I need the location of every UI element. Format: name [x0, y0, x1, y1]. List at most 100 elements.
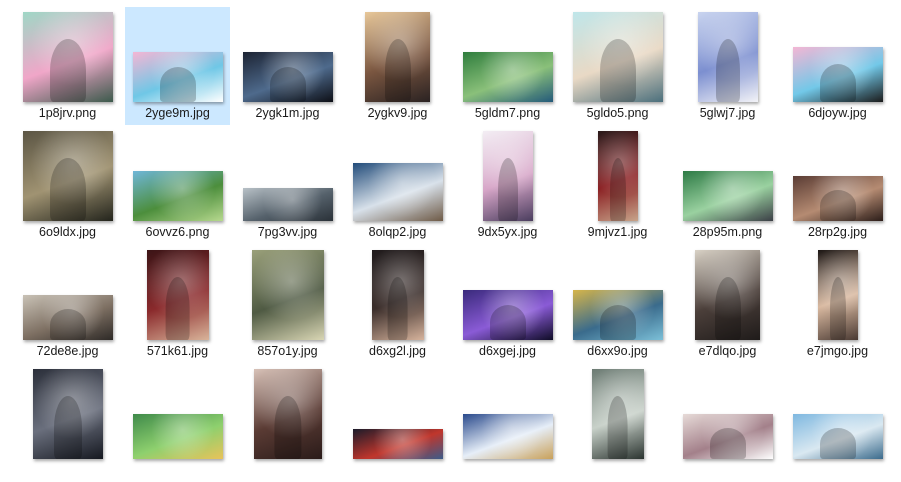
file-name: d6xx9o.jpg: [587, 344, 648, 358]
file-item[interactable]: [345, 364, 450, 482]
file-name: 857o1y.jpg: [257, 344, 318, 358]
file-item[interactable]: d6xg2l.jpg: [345, 245, 450, 363]
file-item[interactable]: 8olqp2.jpg: [345, 126, 450, 244]
image-thumbnail: [462, 52, 553, 102]
thumbnail-figure: [715, 39, 740, 102]
file-item[interactable]: 5gldm7.png: [455, 7, 560, 125]
file-item[interactable]: 5gldo5.png: [565, 7, 670, 125]
file-item[interactable]: 7pg3vv.jpg: [235, 126, 340, 244]
image-thumbnail: [792, 414, 883, 459]
image-thumbnail: [132, 414, 223, 459]
image-thumbnail: [697, 12, 758, 102]
image-thumbnail: [482, 131, 533, 221]
image-thumbnail: [591, 369, 644, 459]
image-thumbnail: [22, 12, 113, 102]
image-thumbnail: [792, 47, 883, 102]
file-item[interactable]: 28rp2g.jpg: [785, 126, 890, 244]
file-grid: 1p8jrv.png 2yge9m.jpg 2ygk1m.jpg 2ygkv9.jpg…: [0, 0, 901, 459]
file-item[interactable]: d6xx9o.jpg: [565, 245, 670, 363]
thumbnail-figure: [819, 427, 856, 459]
thumbnail-figure: [829, 277, 846, 340]
file-name: d6xgej.jpg: [479, 344, 536, 358]
file-item[interactable]: [455, 364, 560, 482]
file-item[interactable]: 6o9ldx.jpg: [15, 126, 120, 244]
thumbnail-figure: [49, 39, 86, 102]
thumbnail-figure: [49, 158, 86, 221]
file-name: d6xg2l.jpg: [369, 344, 426, 358]
file-name: 5gldo5.png: [586, 106, 649, 120]
thumbnail-figure: [607, 396, 628, 459]
file-item[interactable]: [675, 364, 780, 482]
image-thumbnail: [597, 131, 638, 221]
file-item[interactable]: e7dlqo.jpg: [675, 245, 780, 363]
image-thumbnail: [132, 52, 223, 102]
thumbnail-figure: [489, 305, 526, 340]
image-thumbnail: [242, 52, 333, 102]
file-name: 9dx5yx.jpg: [477, 225, 538, 239]
thumbnail-figure: [819, 63, 856, 102]
file-item[interactable]: 6djoyw.jpg: [785, 7, 890, 125]
file-item[interactable]: 5glwj7.jpg: [675, 7, 780, 125]
thumbnail-figure: [384, 39, 411, 102]
image-thumbnail: [682, 171, 773, 221]
file-item[interactable]: 2ygk1m.jpg: [235, 7, 340, 125]
file-item[interactable]: 9dx5yx.jpg: [455, 126, 560, 244]
file-item[interactable]: 72de8e.jpg: [15, 245, 120, 363]
image-thumbnail: [32, 369, 103, 459]
thumbnail-figure: [609, 158, 626, 221]
file-item[interactable]: 857o1y.jpg: [235, 245, 340, 363]
file-item[interactable]: [785, 364, 890, 482]
thumbnail-figure: [49, 308, 86, 340]
file-item[interactable]: e7jmgo.jpg: [785, 245, 890, 363]
image-thumbnail: [792, 176, 883, 221]
file-name: 1p8jrv.png: [38, 106, 97, 120]
thumbnail-figure: [269, 67, 306, 102]
thumbnail-figure: [599, 305, 636, 340]
file-name: 72de8e.jpg: [36, 344, 99, 358]
image-thumbnail: [817, 250, 858, 340]
file-item[interactable]: 28p95m.png: [675, 126, 780, 244]
file-name: e7jmgo.jpg: [806, 344, 869, 358]
file-name: 9mjvz1.jpg: [587, 225, 648, 239]
file-item[interactable]: [235, 364, 340, 482]
image-thumbnail: [462, 414, 553, 459]
file-name: 8olqp2.jpg: [368, 225, 427, 239]
file-item[interactable]: 6ovvz6.png: [125, 126, 230, 244]
file-item[interactable]: [125, 364, 230, 482]
file-item[interactable]: d6xgej.jpg: [455, 245, 560, 363]
file-item[interactable]: 9mjvz1.jpg: [565, 126, 670, 244]
image-thumbnail: [365, 12, 430, 102]
thumbnail-figure: [819, 189, 856, 221]
image-thumbnail: [22, 131, 113, 221]
image-thumbnail: [462, 290, 553, 340]
image-thumbnail: [352, 429, 443, 459]
file-name: 28rp2g.jpg: [807, 225, 868, 239]
file-item[interactable]: 571k61.jpg: [125, 245, 230, 363]
image-thumbnail: [242, 188, 333, 221]
thumbnail-figure: [599, 39, 636, 102]
thumbnail-figure: [159, 67, 196, 102]
image-thumbnail: [572, 290, 663, 340]
file-item[interactable]: [565, 364, 670, 482]
file-name: 28p95m.png: [692, 225, 763, 239]
file-item[interactable]: 1p8jrv.png: [15, 7, 120, 125]
image-thumbnail: [352, 163, 443, 221]
thumbnail-figure: [165, 277, 190, 340]
thumbnail-figure: [497, 158, 518, 221]
thumbnail-figure: [273, 396, 302, 459]
thumbnail-figure: [53, 396, 82, 459]
file-name: 5glwj7.jpg: [699, 106, 756, 120]
file-name: 2ygk1m.jpg: [255, 106, 320, 120]
file-name: 6djoyw.jpg: [808, 106, 867, 120]
file-name: 5gldm7.png: [474, 106, 541, 120]
file-name: 571k61.jpg: [146, 344, 209, 358]
file-name: 2ygkv9.jpg: [367, 106, 428, 120]
image-thumbnail: [572, 12, 663, 102]
image-thumbnail: [695, 250, 760, 340]
file-item[interactable]: 2ygkv9.jpg: [345, 7, 450, 125]
file-name: 6ovvz6.png: [145, 225, 210, 239]
file-item[interactable]: 2yge9m.jpg: [125, 7, 230, 125]
file-item[interactable]: [15, 364, 120, 482]
file-name: 6o9ldx.jpg: [39, 225, 96, 239]
file-name: e7dlqo.jpg: [698, 344, 757, 358]
